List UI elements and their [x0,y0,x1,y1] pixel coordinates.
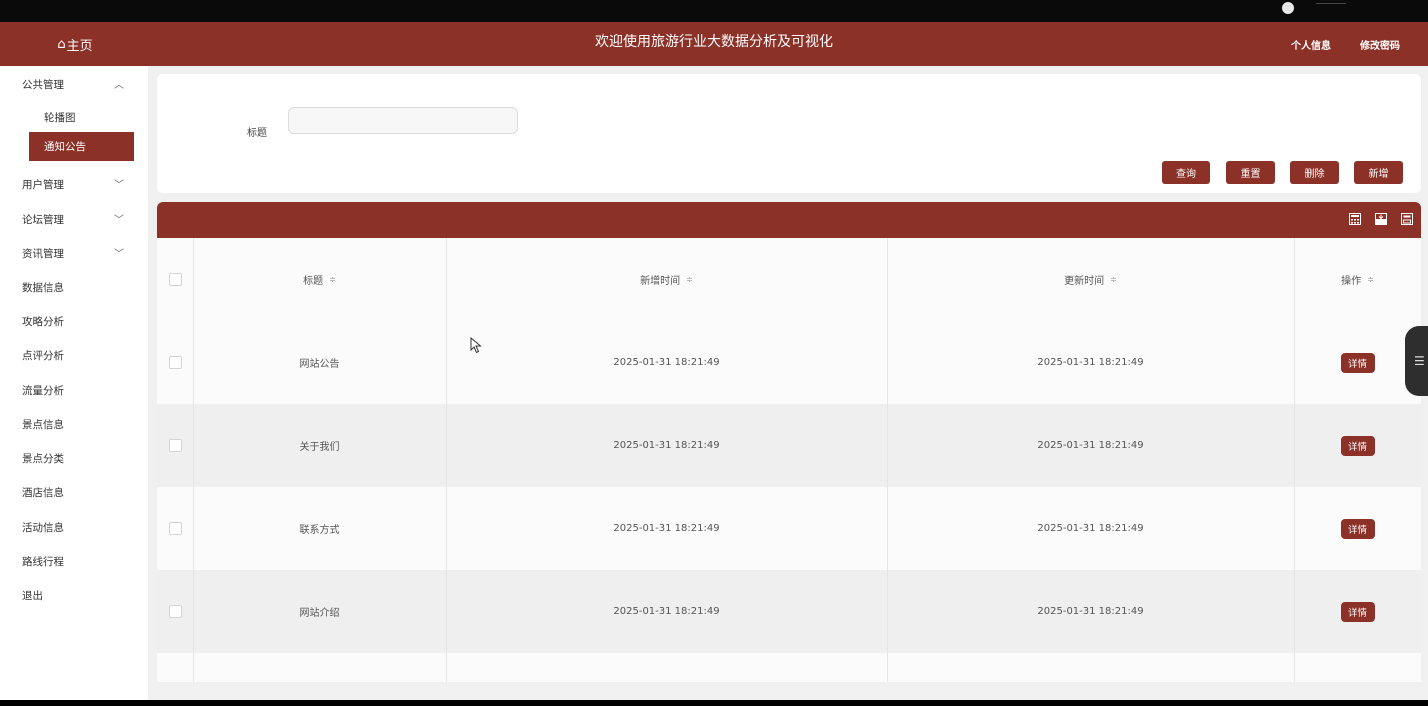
row-checkbox[interactable] [168,439,182,452]
column-header-updated[interactable]: 更新时间 ≑ [887,238,1294,321]
query-button[interactable]: 查询 [1162,161,1210,184]
sidebar-item-label: 通知公告 [44,141,86,153]
page-title: 欢迎使用旅游行业大数据分析及可视化 [595,34,833,50]
detail-button[interactable]: 详情 [1340,518,1375,539]
menu-lines-icon: ☰ [1414,354,1425,368]
row-checkbox[interactable] [168,522,182,535]
chevron-up-icon: ︿ [114,80,124,91]
chevron-down-icon: ﹀ [114,249,124,260]
sidebar-group-label: 资讯管理 [22,247,64,260]
sidebar-item-review-analysis[interactable]: 点评分析 [22,345,142,365]
sidebar-group-forum[interactable]: 论坛管理 ﹀ [22,209,142,229]
detail-button[interactable]: 详情 [1340,435,1375,456]
select-all-checkbox[interactable] [168,273,182,286]
sidebar-item-scenic-category[interactable]: 景点分类 [22,448,142,468]
sidebar-item-activity-info[interactable]: 活动信息 [22,517,142,537]
column-header-title[interactable]: 标题 ≑ [193,238,446,321]
sort-icon[interactable]: ≑ [686,275,693,284]
cell-updated: 2025-01-31 18:21:49 [1037,440,1144,451]
user-avatar-icon[interactable] [1282,2,1294,14]
cell-created: 2025-01-31 18:21:49 [613,440,720,451]
sidebar-group-news[interactable]: 资讯管理 ﹀ [22,243,142,263]
column-header-created[interactable]: 新增时间 ≑ [446,238,887,321]
row-checkbox[interactable] [168,605,182,618]
cell-created: 2025-01-31 18:21:49 [613,523,720,534]
table-row: 网站公告 2025-01-31 18:21:49 2025-01-31 18:2… [157,321,1421,404]
sidebar-item-route[interactable]: 路线行程 [22,551,142,571]
cell-title: 联系方式 [299,525,340,536]
table-row-partial [157,653,1421,682]
cell-updated: 2025-01-31 18:21:49 [1037,357,1144,368]
sidebar-item-strategy-analysis[interactable]: 攻略分析 [22,311,142,331]
window-top-strip [0,0,1428,22]
table-row: 联系方式 2025-01-31 18:21:49 2025-01-31 18:2… [157,487,1421,570]
sort-icon[interactable]: ≑ [1367,275,1374,284]
column-header-label: 标题 [303,276,324,287]
mouse-cursor-icon [470,337,482,354]
search-title-input[interactable] [288,107,518,134]
delete-button[interactable]: 删除 [1290,161,1339,184]
sidebar-item-data[interactable]: 数据信息 [22,277,142,297]
sidebar-item-hotel-info[interactable]: 酒店信息 [22,482,142,502]
column-header-label: 新增时间 [640,276,681,287]
table-header-row: 标题 ≑ 新增时间 ≑ 更新时间 ≑ 操作 ≑ [157,238,1421,321]
sidebar-item-scenic-info[interactable]: 景点信息 [22,414,142,434]
header-links: 个人信息 修改密码 [1291,22,1400,66]
sidebar-group-users[interactable]: 用户管理 ﹀ [22,174,142,194]
column-header-label: 操作 [1341,276,1362,287]
top-header: ⌂ 主页 欢迎使用旅游行业大数据分析及可视化 个人信息 修改密码 [0,22,1428,66]
column-header-label: 更新时间 [1064,276,1105,287]
chevron-down-icon: ﹀ [114,180,124,191]
data-table: 标题 ≑ 新增时间 ≑ 更新时间 ≑ 操作 ≑ 网站公告 2025-01-31 18:2… [157,202,1421,682]
change-password-link[interactable]: 修改密码 [1360,37,1400,52]
cell-title: 网站介绍 [299,608,340,619]
export-icon[interactable] [1375,213,1387,225]
search-title-label: 标题 [247,128,267,139]
print-icon[interactable] [1401,213,1413,225]
detail-button[interactable]: 详情 [1340,601,1375,622]
column-divider [1294,238,1295,682]
side-drawer-handle[interactable]: ☰ [1405,326,1428,396]
cell-updated: 2025-01-31 18:21:49 [1037,606,1144,617]
sidebar-item-notice[interactable]: 通知公告 [29,132,134,161]
column-divider [887,238,888,682]
cell-created: 2025-01-31 18:21:49 [613,606,720,617]
window-bottom-strip [0,700,1428,706]
main-content: 标题 查询 重置 删除 新增 标题 ≑ 新增时间 ≑ 更新时间 ≑ 操作 ≑ 网… [148,66,1428,700]
calculator-icon[interactable] [1349,213,1361,225]
sidebar-group-public[interactable]: 公共管理 ︿ [22,74,142,94]
sidebar-item-logout[interactable]: 退出 [22,585,142,605]
chevron-down-icon: ﹀ [114,215,124,226]
sidebar-item-carousel[interactable]: 轮播图 [44,110,76,125]
cell-updated: 2025-01-31 18:21:49 [1037,523,1144,534]
profile-link[interactable]: 个人信息 [1291,37,1331,52]
cell-created: 2025-01-31 18:21:49 [613,357,720,368]
sidebar-group-label: 公共管理 [22,78,64,91]
search-panel: 标题 查询 重置 删除 新增 [157,74,1421,193]
sidebar-group-label: 论坛管理 [22,213,64,226]
cell-title: 网站公告 [299,359,340,370]
row-checkbox[interactable] [168,356,182,369]
column-divider [446,238,447,682]
column-divider [193,238,194,682]
window-control [1316,3,1346,4]
column-header-actions[interactable]: 操作 ≑ [1294,238,1421,321]
sidebar-group-label: 用户管理 [22,178,64,191]
select-all-cell [157,238,193,321]
cell-title: 关于我们 [299,442,340,453]
sort-icon[interactable]: ≑ [1110,275,1117,284]
reset-button[interactable]: 重置 [1226,161,1275,184]
table-toolbar [157,202,1421,238]
detail-button[interactable]: 详情 [1340,352,1375,373]
table-row: 网站介绍 2025-01-31 18:21:49 2025-01-31 18:2… [157,570,1421,653]
sidebar-item-traffic-analysis[interactable]: 流量分析 [22,380,142,400]
sidebar: 公共管理 ︿ 轮播图 通知公告 用户管理 ﹀ 论坛管理 ﹀ 资讯管理 ﹀ 数据信… [0,66,148,700]
add-button[interactable]: 新增 [1354,161,1403,184]
sort-icon[interactable]: ≑ [329,275,336,284]
table-row: 关于我们 2025-01-31 18:21:49 2025-01-31 18:2… [157,404,1421,487]
